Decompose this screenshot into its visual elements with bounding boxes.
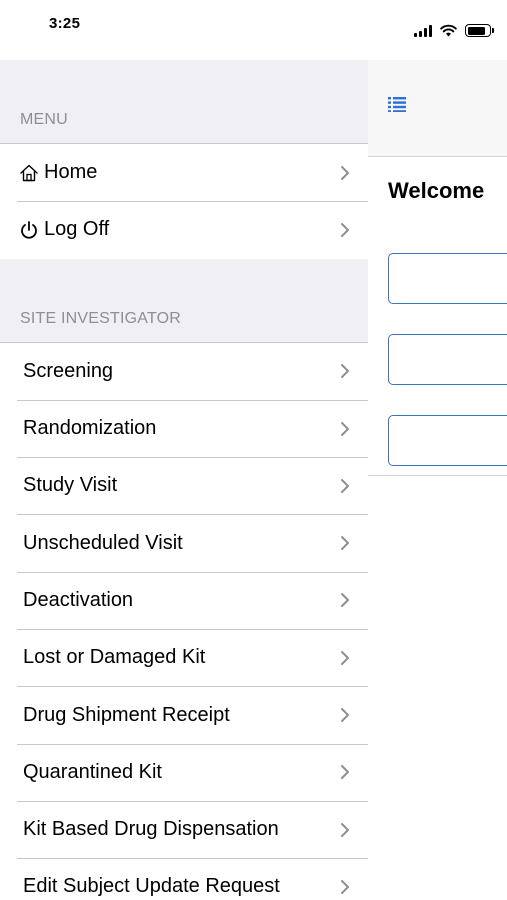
signal-icon — [414, 24, 432, 37]
menu-item-label: Lost or Damaged Kit — [23, 646, 206, 669]
menu-item-label: Edit Subject Update Request — [23, 875, 280, 898]
menu-item-label: Study Visit — [23, 474, 118, 497]
menu-item-log-off[interactable]: Log Off — [0, 201, 368, 259]
chevron-right-icon — [341, 536, 349, 551]
input-field-1[interactable] — [388, 253, 507, 304]
menu-item-label: Kit Based Drug Dispensation — [23, 818, 279, 841]
chevron-right-icon — [341, 765, 349, 780]
input-field-2[interactable] — [388, 334, 507, 385]
menu-item-randomization[interactable]: Randomization — [0, 399, 368, 458]
chevron-right-icon — [341, 222, 349, 237]
menu-item-label: Deactivation — [23, 588, 134, 611]
menu-item-kit-based-drug-dispensation[interactable]: Kit Based Drug Dispensation — [0, 800, 368, 859]
chevron-right-icon — [341, 593, 349, 608]
chevron-right-icon — [341, 879, 349, 894]
menu-item-label: Drug Shipment Receipt — [23, 703, 230, 726]
menu-item-study-visit[interactable]: Study Visit — [0, 457, 368, 515]
menu-item-deactivation[interactable]: Deactivation — [0, 571, 368, 630]
menu-section-header: MENU — [0, 60, 368, 143]
wifi-icon — [440, 24, 457, 37]
menu-item-label: Home — [44, 161, 98, 184]
status-time: 3:25 — [49, 15, 81, 32]
battery-icon — [465, 24, 494, 37]
menu-list: Home Log Off — [0, 143, 368, 259]
chevron-right-icon — [341, 708, 349, 723]
menu-item-label: Screening — [23, 359, 114, 382]
site-investigator-section-header: SITE INVESTIGATOR — [0, 259, 368, 342]
menu-item-label: Quarantined Kit — [23, 760, 162, 783]
nav-bar — [368, 60, 507, 157]
chevron-right-icon — [341, 650, 349, 665]
site-section-label: SITE INVESTIGATOR — [20, 309, 182, 327]
chevron-right-icon — [341, 822, 349, 837]
chevron-right-icon — [341, 421, 349, 436]
menu-item-label: Randomization — [23, 417, 157, 440]
app-screen: 3:25 MENU Home Log Off SITE INVESTIGATOR… — [0, 0, 507, 900]
chevron-right-icon — [341, 165, 349, 180]
power-icon — [18, 219, 40, 241]
home-icon — [18, 162, 40, 184]
side-menu: MENU Home Log Off SITE INVESTIGATOR Scre… — [0, 60, 368, 900]
menu-item-edit-subject-update-request[interactable]: Edit Subject Update Request — [0, 858, 368, 900]
site-investigator-list: Screening Randomization Study Visit Unsc… — [0, 341, 368, 900]
status-bar: 3:25 — [0, 0, 507, 60]
input-field-3[interactable] — [388, 415, 507, 466]
main-panel: Welcome — [368, 60, 507, 900]
list-icon[interactable] — [388, 96, 406, 112]
menu-item-drug-shipment-receipt[interactable]: Drug Shipment Receipt — [0, 686, 368, 744]
menu-item-lost-or-damaged-kit[interactable]: Lost or Damaged Kit — [0, 629, 368, 687]
menu-item-screening[interactable]: Screening — [0, 342, 368, 400]
menu-item-label: Log Off — [44, 218, 110, 241]
page-title: Welcome — [388, 178, 485, 203]
menu-item-quarantined-kit[interactable]: Quarantined Kit — [0, 743, 368, 801]
menu-item-label: Unscheduled Visit — [23, 531, 183, 554]
menu-item-home[interactable]: Home — [0, 144, 368, 202]
chevron-right-icon — [341, 478, 349, 493]
battery-fill — [467, 26, 486, 35]
status-icons — [414, 24, 494, 37]
menu-item-unscheduled-visit[interactable]: Unscheduled Visit — [0, 514, 368, 572]
chevron-right-icon — [341, 364, 349, 379]
divider — [368, 475, 507, 476]
menu-section-label: MENU — [20, 111, 68, 128]
